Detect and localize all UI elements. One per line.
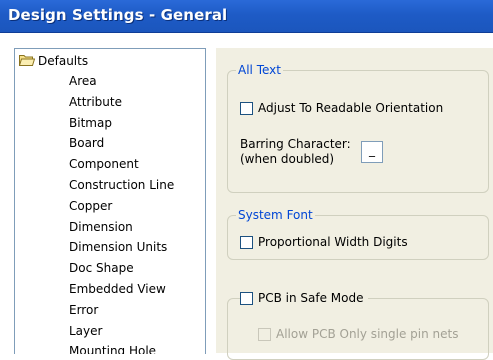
open-folder-icon bbox=[19, 54, 35, 66]
tree-item-embedded-view[interactable]: Embedded View bbox=[69, 279, 174, 300]
single-pin-nets-checkbox[interactable]: Allow PCB Only single pin nets bbox=[258, 327, 458, 341]
system-font-legend: System Font bbox=[236, 208, 315, 222]
settings-tree[interactable]: Defaults Area Attribute Bitmap Board Com… bbox=[14, 48, 206, 354]
safe-mode-group: PCB in Safe Mode Allow PCB Only single p… bbox=[227, 291, 489, 360]
tree-item-area[interactable]: Area bbox=[69, 71, 174, 92]
adjust-readable-label: Adjust To Readable Orientation bbox=[258, 101, 444, 115]
adjust-readable-checkbox[interactable]: Adjust To Readable Orientation bbox=[240, 101, 443, 115]
tree-item-board[interactable]: Board bbox=[69, 133, 174, 154]
single-pin-nets-checkbox-box[interactable] bbox=[258, 327, 271, 341]
all-text-group: All Text Adjust To Readable Orientation … bbox=[227, 63, 489, 193]
tree-item-bitmap[interactable]: Bitmap bbox=[69, 113, 174, 134]
proportional-digits-checkbox-box[interactable] bbox=[240, 235, 253, 249]
all-text-legend: All Text bbox=[236, 63, 283, 77]
single-pin-nets-label: Allow PCB Only single pin nets bbox=[276, 327, 459, 341]
barring-character-label: Barring Character: bbox=[240, 137, 351, 151]
tree-item-attribute[interactable]: Attribute bbox=[69, 92, 174, 113]
tree-item-error[interactable]: Error bbox=[69, 300, 174, 321]
title-bar[interactable]: Design Settings - General bbox=[0, 0, 493, 33]
window-title: Design Settings - General bbox=[8, 6, 228, 24]
safe-mode-checkbox[interactable]: PCB in Safe Mode bbox=[240, 291, 368, 305]
adjust-readable-checkbox-box[interactable] bbox=[240, 101, 253, 115]
tree-root-defaults[interactable]: Defaults bbox=[19, 52, 88, 70]
tree-item-construction-line[interactable]: Construction Line bbox=[69, 175, 174, 196]
tree-item-mounting-hole[interactable]: Mounting Hole bbox=[69, 341, 174, 354]
barring-character-input[interactable]: _ bbox=[361, 141, 383, 163]
tree-item-dimension-units[interactable]: Dimension Units bbox=[69, 237, 174, 258]
system-font-group: System Font Proportional Width Digits bbox=[227, 208, 489, 260]
tree-root-label: Defaults bbox=[38, 54, 89, 68]
barring-character-sublabel: (when doubled) bbox=[240, 152, 335, 166]
settings-panel: All Text Adjust To Readable Orientation … bbox=[216, 48, 493, 360]
safe-mode-checkbox-box[interactable] bbox=[240, 291, 253, 305]
tree-item-layer[interactable]: Layer bbox=[69, 321, 174, 342]
proportional-digits-label: Proportional Width Digits bbox=[258, 235, 408, 249]
tree-item-dimension[interactable]: Dimension bbox=[69, 217, 174, 238]
tree-item-list: Area Attribute Bitmap Board Component Co… bbox=[69, 71, 174, 354]
tree-item-doc-shape[interactable]: Doc Shape bbox=[69, 258, 174, 279]
tree-item-copper[interactable]: Copper bbox=[69, 196, 174, 217]
proportional-digits-checkbox[interactable]: Proportional Width Digits bbox=[240, 235, 408, 249]
safe-mode-label: PCB in Safe Mode bbox=[258, 291, 364, 305]
tree-item-component[interactable]: Component bbox=[69, 154, 174, 175]
